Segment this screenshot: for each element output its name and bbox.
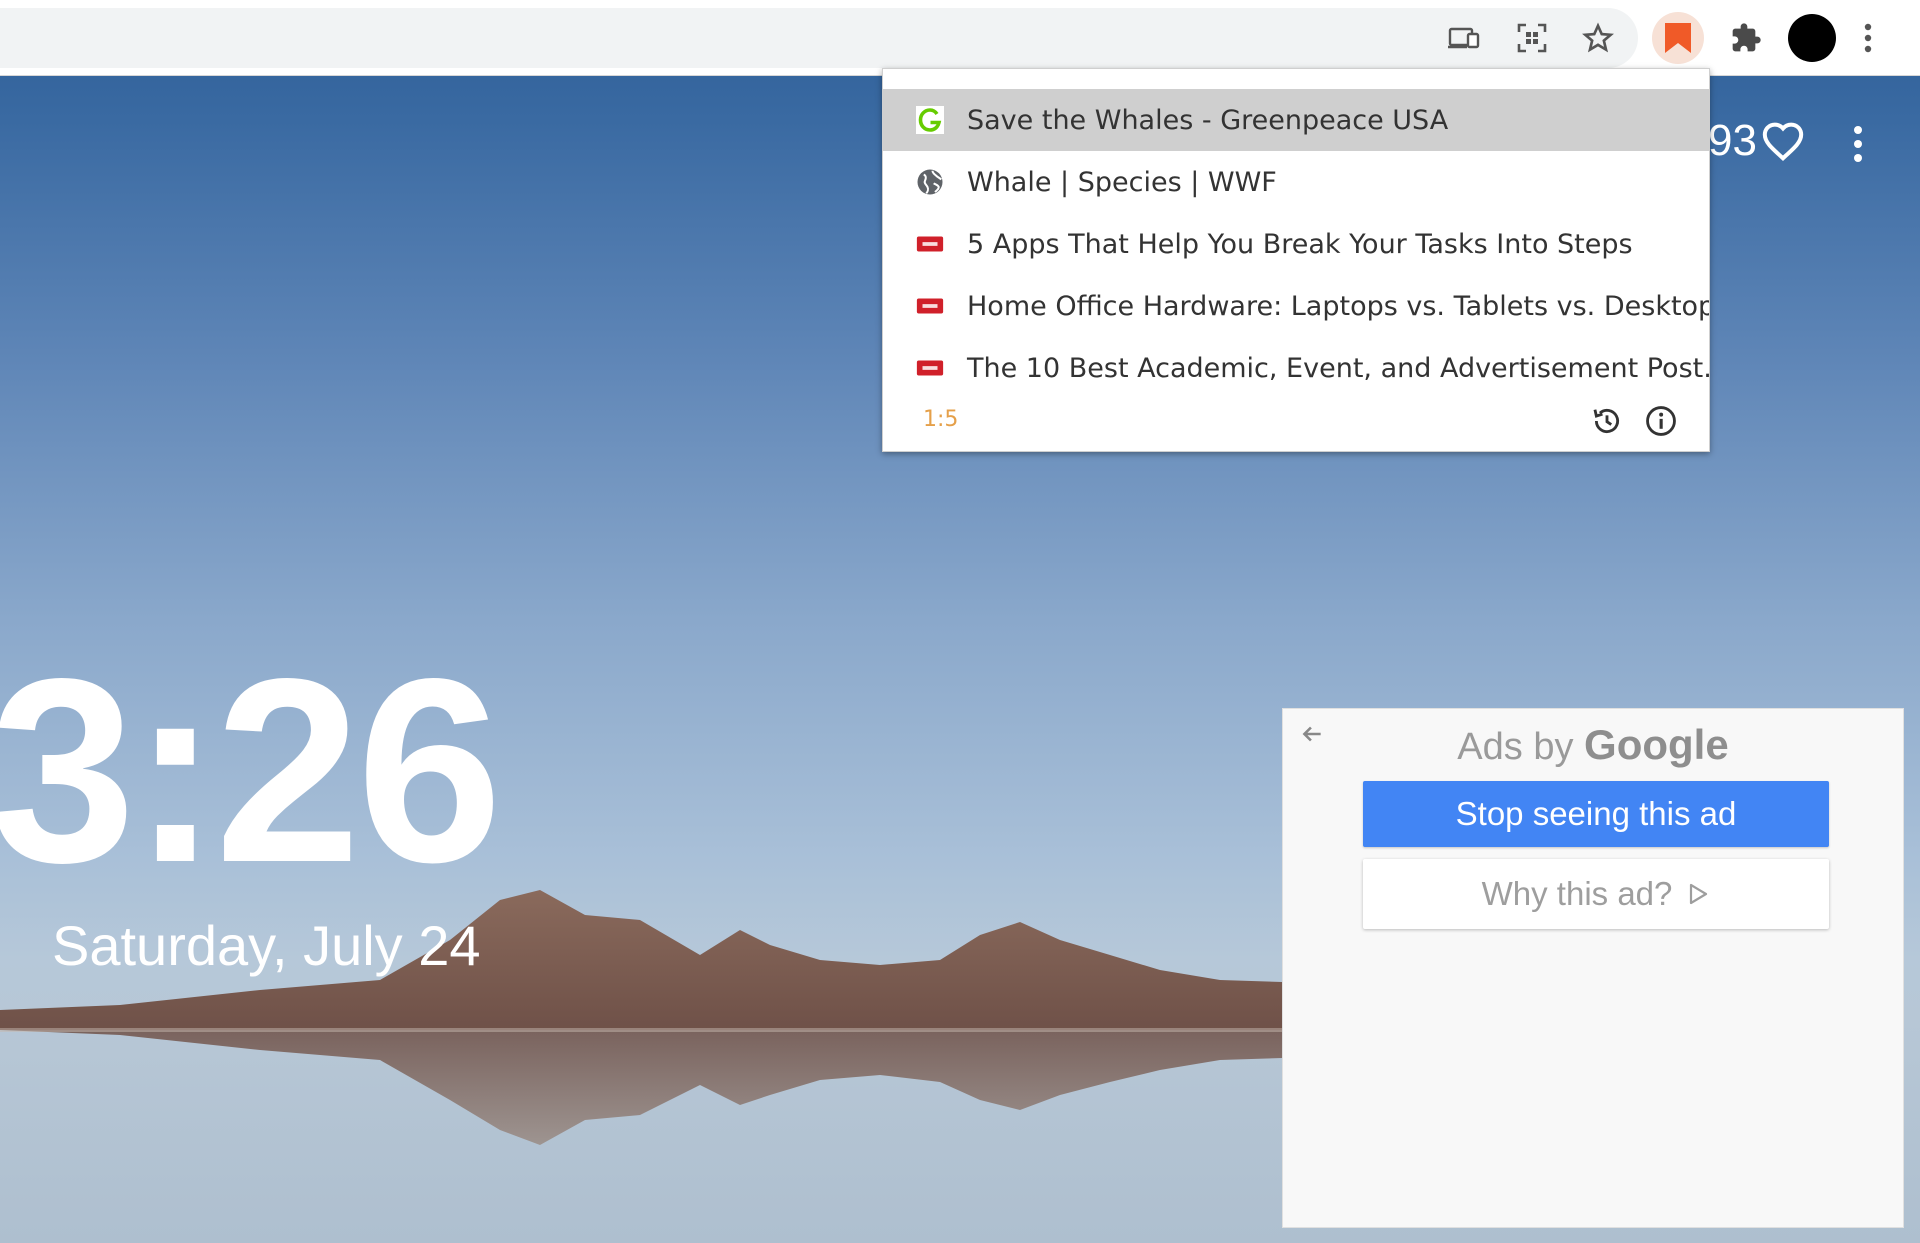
browser-toolbar (0, 0, 1920, 76)
history-icon[interactable] (1589, 403, 1625, 439)
list-item-title: Save the Whales - Greenpeace USA (967, 105, 1449, 136)
list-item[interactable]: The 10 Best Academic, Event, and Adverti… (883, 337, 1709, 399)
list-item[interactable]: Save the Whales - Greenpeace USA (883, 89, 1709, 151)
list-item-title: The 10 Best Academic, Event, and Adverti… (967, 353, 1709, 384)
date: Saturday, July 24 (52, 914, 481, 977)
adchoices-icon (1690, 883, 1708, 905)
greenpeace-icon (915, 106, 945, 134)
ad-panel: Ads by Google Stop seeing this ad Why th… (1282, 708, 1904, 1228)
cast-icon[interactable] (1438, 12, 1490, 64)
ads-by-google: Ads by Google (1283, 721, 1903, 769)
likes-count: 93 (1708, 116, 1757, 165)
list-item[interactable]: Home Office Hardware: Laptops vs. Tablet… (883, 275, 1709, 337)
why-this-ad-label: Why this ad? (1481, 875, 1673, 912)
muo-icon (915, 230, 945, 258)
heart-icon (1762, 122, 1804, 161)
item-count: 1:5 (923, 407, 959, 432)
screenshot-icon[interactable] (1506, 12, 1558, 64)
page-menu-icon[interactable] (1846, 124, 1870, 164)
muo-icon (915, 354, 945, 382)
muo-icon (915, 292, 945, 320)
list-item[interactable]: Whale | Species | WWF (883, 151, 1709, 213)
list-item-title: 5 Apps That Help You Break Your Tasks In… (967, 229, 1633, 260)
history-list: Save the Whales - Greenpeace USA Whale |… (883, 89, 1709, 399)
stop-seeing-ad-button[interactable]: Stop seeing this ad (1363, 781, 1829, 847)
bookmark-extension-icon[interactable] (1652, 12, 1704, 64)
history-popup: Save the Whales - Greenpeace USA Whale |… (882, 68, 1710, 452)
avatar-image (1788, 14, 1836, 62)
star-icon[interactable] (1572, 12, 1624, 64)
ads-by-label: Ads by (1457, 726, 1574, 768)
info-icon[interactable] (1643, 403, 1679, 439)
kebab-menu-icon[interactable] (1852, 12, 1884, 64)
list-item-title: Home Office Hardware: Laptops vs. Tablet… (967, 291, 1709, 322)
likes-counter[interactable]: 93 (1708, 116, 1805, 166)
clock: 3:26 (0, 624, 502, 917)
puzzle-icon[interactable] (1720, 12, 1772, 64)
avatar[interactable] (1786, 12, 1838, 64)
stop-seeing-ad-label: Stop seeing this ad (1455, 795, 1737, 832)
google-brand: Google (1584, 721, 1729, 768)
globe-icon (915, 168, 945, 196)
list-item-title: Whale | Species | WWF (967, 167, 1277, 198)
list-item[interactable]: 5 Apps That Help You Break Your Tasks In… (883, 213, 1709, 275)
address-bar[interactable] (0, 8, 1638, 68)
popup-footer: 1:5 (883, 399, 1709, 445)
why-this-ad-button[interactable]: Why this ad? (1363, 859, 1829, 929)
